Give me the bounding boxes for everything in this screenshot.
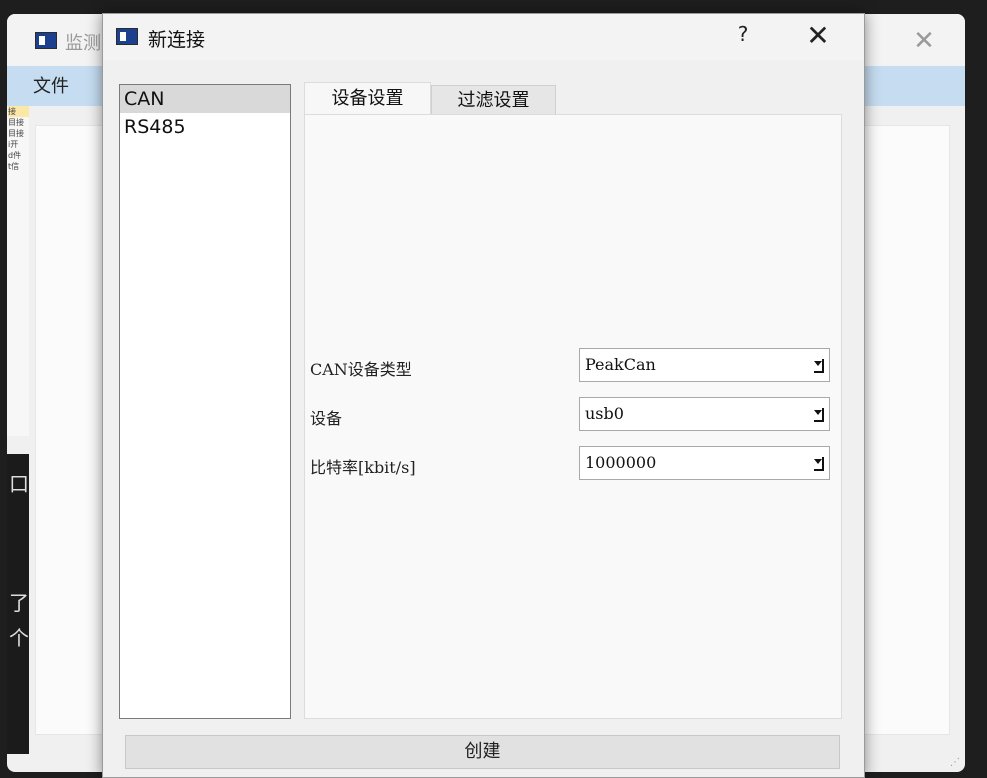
main-left-panel: 接 目接 目接 i开 d件 t信 [7,106,29,436]
device-value: usb0 [585,404,624,423]
left-panel-fragment: i开 [8,140,19,149]
device-label: 设备 [310,409,343,428]
left-panel-fragment: t信 [8,162,20,171]
list-item-can[interactable]: CAN [120,85,290,113]
left-panel-fragment: 目接 [8,129,24,138]
device-settings-pane: CAN设备类型 PeakCan 设备 usb0 比特率[kbit/s] 1000… [304,114,842,719]
create-button[interactable]: 创建 [125,735,840,769]
app-icon [35,32,57,49]
dropdown-arrow-icon [814,359,824,373]
bitrate-value: 1000000 [585,453,657,472]
new-connection-dialog: 新连接 ? ✕ CAN RS485 设备设置 过滤设置 CAN设备类型 Peak… [102,13,865,778]
dark-panel-fragment: 个 [9,626,29,650]
dark-panel-fragment: 口 [9,472,29,496]
close-button[interactable]: ✕ [800,18,836,54]
main-window-title: 监测 [65,33,101,54]
connection-type-list: CAN RS485 [119,84,291,719]
main-dark-panel: 口 了 个 [7,454,29,754]
dropdown-arrow-icon [814,457,824,471]
main-close-icon[interactable]: ✕ [904,24,944,58]
can-device-type-label: CAN设备类型 [310,360,412,379]
device-select[interactable]: usb0 [579,397,830,431]
dropdown-arrow-icon [814,408,824,422]
left-panel-fragment: 目接 [8,118,24,127]
bitrate-select[interactable]: 1000000 [579,446,830,480]
resize-grip-icon[interactable]: ⋰ [950,757,962,769]
dialog-titlebar: 新连接 ? ✕ [103,14,864,60]
bitrate-label: 比特率[kbit/s] [310,458,416,477]
left-panel-fragment: d件 [8,151,22,160]
dialog-app-icon [116,28,138,45]
dialog-title: 新连接 [148,29,206,51]
dark-panel-fragment: 了 [9,591,29,615]
tab-device-settings[interactable]: 设备设置 [304,82,431,114]
can-device-type-value: PeakCan [585,355,656,374]
menu-file[interactable]: 文件 [33,72,69,98]
tab-filter-settings[interactable]: 过滤设置 [431,85,556,114]
help-button[interactable]: ? [731,22,755,46]
can-device-type-select[interactable]: PeakCan [579,348,830,382]
left-panel-fragment: 接 [8,106,29,117]
list-item-rs485[interactable]: RS485 [120,113,290,141]
